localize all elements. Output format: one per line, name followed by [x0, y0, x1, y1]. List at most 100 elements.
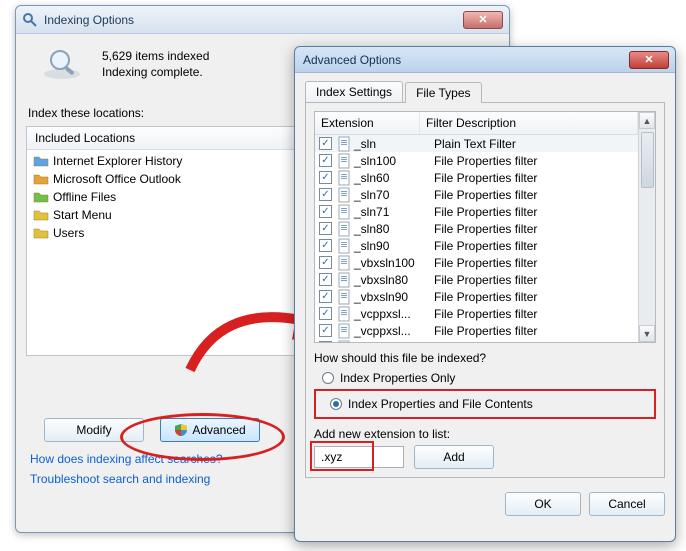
radio-icon — [322, 372, 334, 384]
radio-properties-contents[interactable]: Index Properties and File Contents — [322, 395, 648, 413]
extension-row[interactable]: _sln100File Properties filter — [315, 152, 638, 169]
checkbox[interactable] — [319, 256, 332, 269]
extension-row[interactable]: _vcppxsl...File Properties filter — [315, 322, 638, 339]
col-extension[interactable]: Extension — [315, 112, 420, 134]
checkbox[interactable] — [319, 307, 332, 320]
radio-label: Index Properties and File Contents — [348, 397, 533, 411]
uac-shield-icon — [174, 423, 188, 437]
checkbox[interactable] — [319, 171, 332, 184]
col-filter-desc[interactable]: Filter Description — [420, 112, 638, 134]
col-included[interactable]: Included Locations — [27, 127, 307, 149]
radio-properties-only[interactable]: Index Properties Only — [314, 369, 656, 387]
extension-row[interactable]: _sln60File Properties filter — [315, 169, 638, 186]
add-label: Add — [443, 450, 464, 464]
checkbox[interactable] — [319, 290, 332, 303]
file-icon — [336, 170, 352, 186]
ext-name: _vbxsln90 — [354, 290, 434, 304]
advanced-button[interactable]: Advanced — [160, 418, 260, 442]
ext-desc: File Properties filter — [434, 256, 638, 270]
ok-button[interactable]: OK — [505, 492, 581, 516]
status-text: Indexing complete. — [102, 65, 209, 79]
folder-icon — [33, 225, 49, 241]
checkbox[interactable] — [319, 341, 332, 342]
folder-icon — [33, 153, 49, 169]
location-name: Start Menu — [53, 208, 313, 222]
extension-row[interactable]: _sln70File Properties filter — [315, 186, 638, 203]
checkbox[interactable] — [319, 273, 332, 286]
file-icon — [336, 272, 352, 288]
file-icon — [336, 153, 352, 169]
location-name: Microsoft Office Outlook — [53, 172, 313, 186]
titlebar[interactable]: Indexing Options ✕ — [16, 6, 509, 34]
file-icon — [336, 323, 352, 339]
file-icon — [336, 221, 352, 237]
tab-index-settings[interactable]: Index Settings — [305, 81, 403, 102]
modify-label: Modify — [76, 423, 111, 437]
scroll-down-button[interactable]: ▼ — [639, 325, 655, 342]
scroll-up-button[interactable]: ▲ — [639, 112, 655, 129]
ext-name: _sln100 — [354, 154, 434, 168]
ext-name: _vcppxsl... — [354, 307, 434, 321]
radio-label: Index Properties Only — [340, 371, 455, 385]
ok-label: OK — [534, 497, 551, 511]
ext-name: _sln90 — [354, 239, 434, 253]
items-indexed-text: 5,629 items indexed — [102, 49, 209, 63]
checkbox[interactable] — [319, 205, 332, 218]
extension-row[interactable]: _sln71File Properties filter — [315, 203, 638, 220]
extension-row[interactable]: _vcppxsl...File Properties filter — [315, 339, 638, 342]
checkbox[interactable] — [319, 137, 332, 150]
ext-desc: File Properties filter — [434, 341, 638, 343]
extension-row[interactable]: _vbxsln80File Properties filter — [315, 271, 638, 288]
scroll-thumb[interactable] — [641, 132, 654, 188]
checkbox[interactable] — [319, 222, 332, 235]
index-icon — [22, 12, 38, 28]
magnifier-icon — [40, 46, 84, 82]
folder-icon — [33, 189, 49, 205]
file-icon — [336, 306, 352, 322]
ext-desc: File Properties filter — [434, 324, 638, 338]
extensions-listview[interactable]: Extension Filter Description _slnPlain T… — [314, 111, 656, 343]
tab-strip: Index Settings File Types — [305, 81, 665, 103]
add-button[interactable]: Add — [414, 445, 494, 469]
ext-desc: File Properties filter — [434, 171, 638, 185]
ext-name: _sln71 — [354, 205, 434, 219]
add-ext-input[interactable] — [314, 446, 404, 468]
checkbox[interactable] — [319, 188, 332, 201]
ext-name: _vcppxsl... — [354, 341, 434, 343]
scrollbar[interactable]: ▲ ▼ — [638, 112, 655, 342]
ext-name: _sln80 — [354, 222, 434, 236]
extensions-header: Extension Filter Description — [315, 112, 638, 135]
extension-row[interactable]: _sln90File Properties filter — [315, 237, 638, 254]
ext-name: _vbxsln100 — [354, 256, 434, 270]
modify-button[interactable]: Modify — [44, 418, 144, 442]
extension-row[interactable]: _vbxsln100File Properties filter — [315, 254, 638, 271]
window-body: Index Settings File Types Extension Filt… — [295, 73, 675, 526]
ext-desc: File Properties filter — [434, 307, 638, 321]
ext-desc: File Properties filter — [434, 239, 638, 253]
checkbox[interactable] — [319, 154, 332, 167]
close-button[interactable]: ✕ — [629, 51, 669, 69]
close-button[interactable]: ✕ — [463, 11, 503, 29]
checkbox[interactable] — [319, 324, 332, 337]
titlebar[interactable]: Advanced Options ✕ — [295, 47, 675, 73]
extension-row[interactable]: _vbxsln90File Properties filter — [315, 288, 638, 305]
cancel-button[interactable]: Cancel — [589, 492, 665, 516]
window-title: Indexing Options — [44, 13, 457, 27]
ext-name: _sln60 — [354, 171, 434, 185]
file-icon — [336, 340, 352, 343]
location-name: Offline Files — [53, 190, 313, 204]
file-icon — [336, 187, 352, 203]
ext-name: _sln — [354, 137, 434, 151]
ext-desc: File Properties filter — [434, 222, 638, 236]
extension-row[interactable]: _sln80File Properties filter — [315, 220, 638, 237]
cancel-label: Cancel — [608, 497, 645, 511]
tab-file-types[interactable]: File Types — [405, 82, 481, 103]
radio-icon — [330, 398, 342, 410]
close-icon: ✕ — [478, 13, 487, 26]
location-name: Users — [53, 226, 313, 240]
file-types-pane: Extension Filter Description _slnPlain T… — [305, 103, 665, 478]
extension-row[interactable]: _slnPlain Text Filter — [315, 135, 638, 152]
file-icon — [336, 289, 352, 305]
checkbox[interactable] — [319, 239, 332, 252]
extension-row[interactable]: _vcppxsl...File Properties filter — [315, 305, 638, 322]
